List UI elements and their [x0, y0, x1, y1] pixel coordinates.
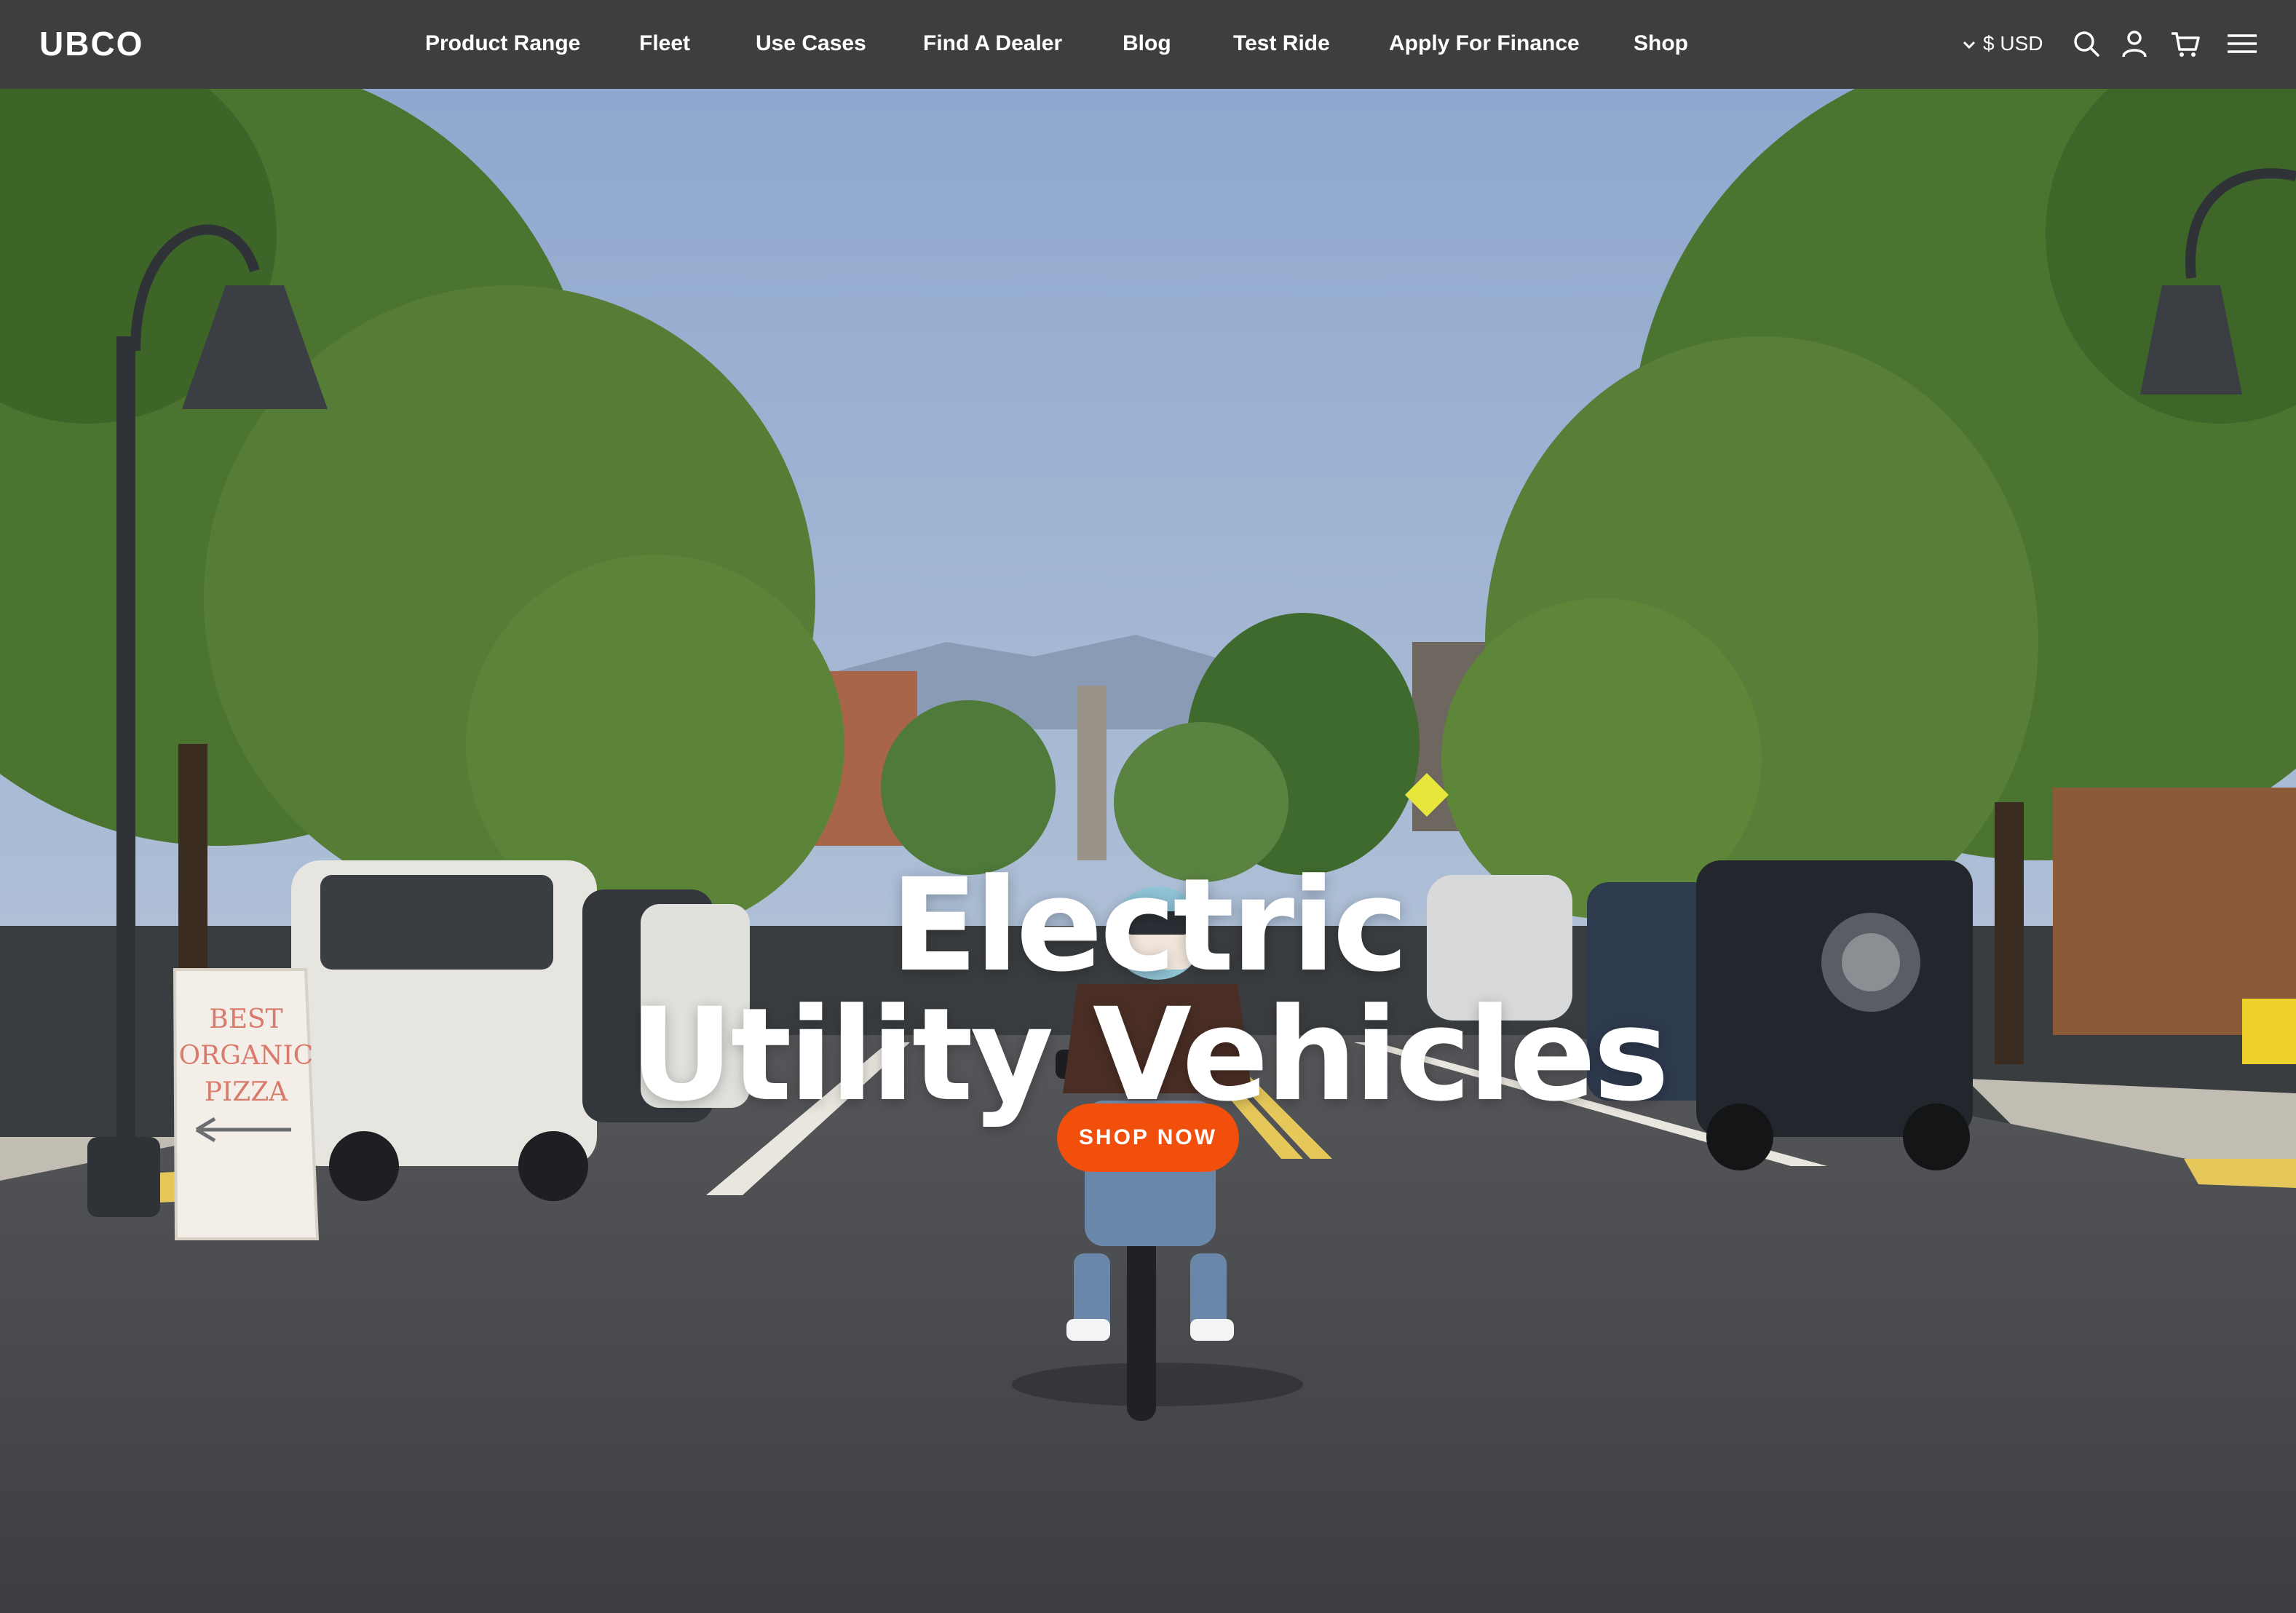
nav-item-blog[interactable]: Blog	[1123, 22, 1171, 66]
cart-icon[interactable]	[2169, 28, 2201, 60]
top-navigation-bar: UBCO Product Range Fleet Use Cases Find …	[0, 0, 2296, 89]
hero-headline: Electric Utility Vehicles	[0, 861, 2296, 1120]
hero-headline-line-2: Utility Vehicles	[629, 980, 1670, 1130]
nav-item-product-range[interactable]: Product Range	[425, 22, 580, 66]
nav-item-use-cases[interactable]: Use Cases	[756, 22, 866, 66]
hero-headline-line-1: Electric	[890, 851, 1409, 1001]
shop-now-button[interactable]: SHOP NOW	[1057, 1103, 1239, 1172]
hero-section: BEST ORGANIC PIZZA Electric Utility Vehi…	[0, 89, 2296, 1613]
nav-item-fleet[interactable]: Fleet	[639, 22, 690, 66]
nav-item-shop[interactable]: Shop	[1634, 22, 1688, 66]
ubco-logo[interactable]: UBCO	[39, 22, 143, 66]
search-icon[interactable]	[2070, 28, 2102, 60]
nav-item-apply-for-finance[interactable]: Apply For Finance	[1389, 22, 1580, 66]
currency-label: $ USD	[1983, 32, 2043, 55]
nav-item-test-ride[interactable]: Test Ride	[1233, 22, 1330, 66]
nav-item-find-a-dealer[interactable]: Find A Dealer	[923, 22, 1062, 66]
chevron-down-icon	[1963, 22, 1976, 66]
account-icon[interactable]	[2118, 28, 2150, 60]
currency-selector[interactable]: $ USD	[1963, 22, 2043, 66]
menu-icon[interactable]	[2226, 28, 2258, 60]
